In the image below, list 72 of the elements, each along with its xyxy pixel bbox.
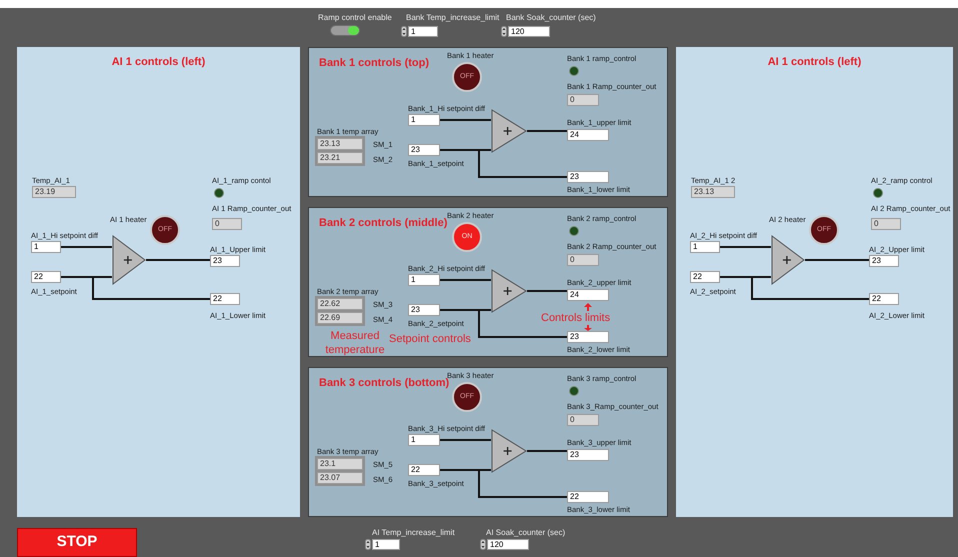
- numeric-label: Bank Temp_increase_limit: [406, 13, 500, 22]
- counter-indicator: 0: [567, 254, 599, 266]
- toggle-label: Ramp control enable: [318, 13, 392, 22]
- spinner-icon: [365, 539, 371, 550]
- add-node-icon: [491, 109, 527, 153]
- temperature-indicator: 23.21: [317, 152, 363, 164]
- limit-indicator: 22: [567, 491, 609, 503]
- wire-line: [720, 246, 771, 248]
- numeric-label: AI Temp_increase_limit: [372, 528, 455, 537]
- panel-title: Bank 1 controls (top): [319, 56, 430, 71]
- down-arrow-icon: [584, 325, 592, 331]
- limit-indicator: 23: [210, 255, 240, 267]
- numeric-field[interactable]: 1: [372, 539, 400, 550]
- panel-title: AI 1 controls (left): [766, 55, 862, 70]
- temperature-indicator: 22.62: [317, 298, 363, 310]
- temperature-indicator: 22.69: [317, 312, 363, 324]
- add-node-icon: [491, 429, 527, 473]
- numeric-field[interactable]: 1: [31, 241, 61, 253]
- numeric-field[interactable]: 1: [408, 434, 440, 446]
- numeric-label: AI Soak_counter (sec): [486, 528, 566, 537]
- numeric-field[interactable]: 120: [508, 26, 550, 37]
- spinner-icon: [401, 26, 407, 37]
- wire-line: [527, 450, 567, 452]
- temperature-indicator: 23.19: [32, 186, 76, 198]
- wire-line: [527, 290, 567, 292]
- limit-indicator: 23: [567, 449, 609, 461]
- wire-line: [805, 259, 869, 261]
- counter-indicator: 0: [212, 218, 242, 230]
- numeric-field[interactable]: 1: [408, 274, 440, 286]
- limit-indicator: 22: [869, 293, 899, 305]
- temperature-indicator: 23.07: [317, 472, 363, 484]
- temperature-indicator: 23.13: [317, 138, 363, 150]
- limit-indicator: 24: [567, 289, 609, 301]
- numeric-field[interactable]: 22: [408, 464, 440, 476]
- panel-title: AI 1 controls (left): [110, 55, 206, 70]
- stop-button[interactable]: STOP: [17, 528, 137, 557]
- spinner-icon: [501, 26, 507, 37]
- spinner-icon: [480, 539, 486, 550]
- add-node-icon: [112, 235, 146, 285]
- wire-line: [146, 259, 210, 261]
- temperature-indicator: 23.13: [691, 186, 735, 198]
- numeric-field[interactable]: 1: [408, 114, 440, 126]
- numeric-field[interactable]: 1: [690, 241, 720, 253]
- numeric-field[interactable]: 120: [487, 539, 529, 550]
- numeric-field[interactable]: 1: [408, 26, 438, 37]
- temperature-indicator: 23.1: [317, 458, 363, 470]
- up-arrow-icon: [584, 303, 592, 311]
- annotation-text: Setpoint controls: [389, 332, 471, 347]
- wire-line: [61, 246, 112, 248]
- counter-indicator: 0: [567, 94, 599, 106]
- wire-line: [440, 439, 491, 441]
- limit-indicator: 23: [567, 331, 609, 343]
- limit-indicator: 24: [567, 129, 609, 141]
- limit-indicator: 23: [567, 171, 609, 183]
- numeric-field[interactable]: 22: [31, 271, 61, 283]
- numeric-label: Bank Soak_counter (sec): [506, 13, 596, 22]
- toggle-switch[interactable]: [330, 25, 360, 36]
- annotation-text: Controls limits: [541, 312, 610, 324]
- wire-line: [440, 119, 491, 121]
- add-node-icon: [771, 235, 805, 285]
- counter-indicator: 0: [871, 218, 901, 230]
- numeric-field[interactable]: 23: [408, 144, 440, 156]
- numeric-field[interactable]: 22: [690, 271, 720, 283]
- panel-title: Bank 3 controls (bottom): [319, 377, 450, 391]
- counter-indicator: 0: [567, 414, 599, 426]
- limit-indicator: 23: [869, 255, 899, 267]
- numeric-field[interactable]: 23: [408, 304, 440, 316]
- wire-line: [440, 279, 491, 281]
- add-node-icon: [491, 269, 527, 313]
- panel-title: Bank 2 controls (middle): [319, 216, 448, 231]
- wire-line: [527, 130, 567, 132]
- limit-indicator: 22: [210, 293, 240, 305]
